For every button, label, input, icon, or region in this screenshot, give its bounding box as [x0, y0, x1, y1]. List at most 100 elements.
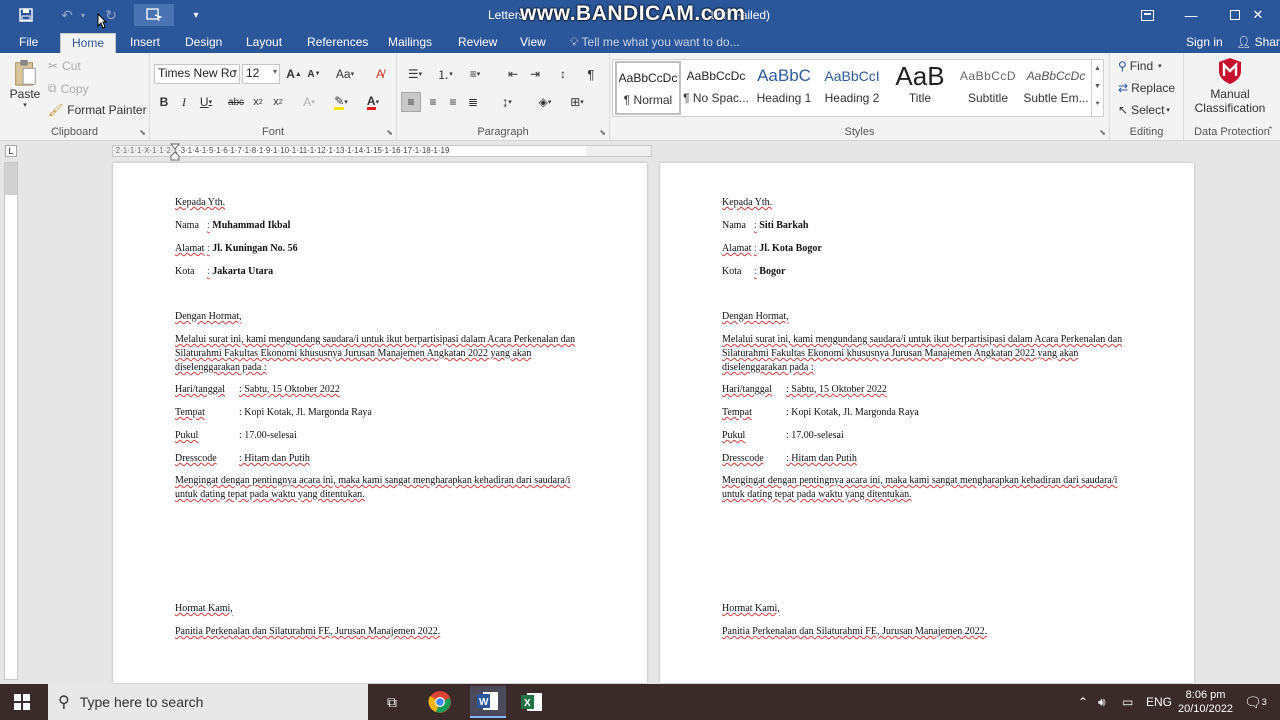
style-heading-2[interactable]: AaBbCcI Heading 2 [819, 61, 885, 115]
text-effects-icon[interactable]: A ▾ [296, 92, 322, 112]
tab-mailings[interactable]: Mailings [388, 33, 432, 53]
show-formatting-marks-icon[interactable]: ¶ [581, 64, 601, 84]
document-page-2[interactable]: Kepada Yth. Nama: Siti Barkah Alamat: Jl… [660, 163, 1194, 683]
paste-button[interactable]: Paste ▾ [8, 59, 42, 109]
undo-icon[interactable]: ↶ [56, 4, 78, 26]
close-button[interactable]: ✕ [1236, 0, 1280, 30]
task-view-icon[interactable]: ⧉ [378, 688, 406, 716]
tab-home[interactable]: Home [60, 33, 116, 53]
font-name-combo[interactable]: Times New Ro ▾ [154, 64, 240, 84]
underline-icon[interactable]: U ▾ [194, 92, 218, 112]
minimize-button[interactable]: — [1168, 0, 1214, 30]
touch-mode-icon[interactable] [134, 4, 174, 26]
style-subtle-emphasis[interactable]: AaBbCcDc Subtle Em... [1023, 61, 1089, 115]
style-subtitle[interactable]: AaBbCcD Subtitle [955, 61, 1021, 115]
network-icon[interactable]: ▭ [1122, 684, 1133, 720]
chrome-icon[interactable] [426, 688, 454, 716]
clipboard-label: Clipboard [50, 126, 99, 138]
style-heading-1[interactable]: AaBbC Heading 1 [751, 61, 817, 115]
excel-taskbar-icon[interactable]: X [518, 688, 546, 716]
justify-icon[interactable]: ≣ [463, 92, 483, 112]
style-normal[interactable]: AaBbCcDc ¶ Normal [615, 61, 681, 115]
manual-classification-button[interactable]: Manual Classification [1188, 57, 1272, 115]
document-page-1[interactable]: Kepada Yth. Nama: Muhammad Ikbal Alamat:… [113, 163, 647, 683]
bold-icon[interactable]: B [154, 92, 174, 112]
volume-icon[interactable]: 🔊︎ [1098, 684, 1106, 720]
grow-font-icon[interactable]: A ▲ [284, 64, 304, 84]
clipboard-launcher-icon[interactable]: ⬊ [139, 128, 146, 137]
sort-icon[interactable]: ↕ [553, 64, 573, 84]
align-left-icon[interactable]: ≡ [401, 92, 421, 112]
nama-row: Nama: Muhammad Ikbal [175, 220, 291, 231]
clear-formatting-icon[interactable]: A̸ [370, 64, 390, 84]
sign-in-link[interactable]: Sign in [1186, 33, 1223, 51]
word-taskbar-icon[interactable]: W [470, 686, 506, 718]
font-color-icon[interactable]: A ▾ [360, 92, 386, 112]
font-size-combo[interactable]: 12 ▾ [242, 64, 280, 84]
mcafee-shield-icon [1219, 58, 1241, 84]
decrease-indent-icon[interactable]: ⇤ [503, 64, 523, 84]
search-icon: ⚲ [58, 694, 70, 711]
windows-start-icon[interactable] [8, 688, 36, 716]
format-painter-button[interactable]: 🖌︎ Format Painter [48, 103, 147, 117]
customize-toolbar-icon[interactable]: ▾ [188, 4, 204, 26]
share-button[interactable]: 👤︎ Share [1236, 33, 1280, 51]
paragraph-launcher-icon[interactable]: ⬊ [599, 128, 606, 137]
language-indicator[interactable]: ENG [1146, 684, 1172, 720]
borders-icon[interactable]: ⊞ ▾ [563, 92, 591, 112]
save-icon[interactable] [14, 4, 38, 26]
style-no-spacing[interactable]: AaBbCcDc ¶ No Spac... [683, 61, 749, 115]
change-case-icon[interactable]: Aa ▾ [332, 64, 358, 84]
shading-icon[interactable]: ◈ ▾ [531, 92, 559, 112]
replace-button[interactable]: ⇄ Replace [1118, 81, 1175, 95]
italic-icon[interactable]: I [174, 92, 194, 112]
clock[interactable]: 8:06 pm 20/10/2022 [1178, 684, 1233, 720]
tab-file[interactable]: File [19, 33, 38, 53]
salutation: Kepada Yth. [175, 197, 226, 208]
strikethrough-icon[interactable]: abc [226, 92, 246, 112]
shrink-font-icon[interactable]: A ▼ [304, 64, 324, 84]
select-button[interactable]: ↖ Select ▾ [1118, 103, 1170, 117]
person-icon: 👤︎ [1236, 35, 1252, 49]
notifications-icon[interactable]: 🗨︎ 3 [1244, 684, 1267, 720]
superscript-icon[interactable]: x2 [268, 92, 288, 112]
kota-row: Kota: Bogor [722, 266, 786, 277]
hari-row: Hari/tanggal: Sabtu, 15 Oktober 2022 [175, 384, 340, 395]
tab-insert[interactable]: Insert [130, 33, 160, 53]
tab-view[interactable]: View [520, 33, 546, 53]
collapse-ribbon-icon[interactable]: ⌃ [1266, 125, 1274, 136]
bullets-icon[interactable]: ☰ ▾ [401, 64, 429, 84]
pukul-row: Pukul: 17.00-selesai [175, 430, 297, 441]
copy-button[interactable]: ⧉ Copy [48, 81, 89, 96]
tell-me-search[interactable]: 💡︎ Tell me what you want to do... [570, 33, 740, 51]
show-hidden-icons-icon[interactable]: ⌃ [1078, 684, 1088, 720]
taskbar-search-box[interactable]: ⚲ Type here to search [48, 684, 368, 720]
line-spacing-icon[interactable]: ↨ ▾ [493, 92, 521, 112]
increase-indent-icon[interactable]: ⇥ [525, 64, 545, 84]
subscript-icon[interactable]: x2 [248, 92, 268, 112]
tab-layout[interactable]: Layout [246, 33, 282, 53]
align-center-icon[interactable]: ≡ [423, 92, 443, 112]
ribbon-display-options-icon[interactable] [1124, 0, 1170, 30]
copy-icon: ⧉ [48, 81, 57, 95]
tab-design[interactable]: Design [185, 33, 222, 53]
undo-dropdown-icon[interactable]: ▾ [78, 4, 88, 26]
windows-taskbar: ⚲ Type here to search ⧉ W X ⌃ 🔊︎ ▭ ENG 8… [0, 684, 1280, 720]
horizontal-ruler[interactable]: ·2·1·1·1·X·1·1·2·1·3·1·4·1·5·1·6·1·7·1·8… [0, 141, 1280, 161]
align-right-icon[interactable]: ≡ [443, 92, 463, 112]
numbering-icon[interactable]: ⒈ ▾ [431, 64, 459, 84]
indent-marker-icon[interactable] [170, 143, 180, 161]
styles-launcher-icon[interactable]: ⬊ [1099, 128, 1106, 137]
tab-selector-icon[interactable]: L [5, 145, 17, 157]
font-launcher-icon[interactable]: ⬊ [386, 128, 393, 137]
nama-row: Nama: Siti Barkah [722, 220, 809, 231]
highlight-color-icon[interactable]: ✎ ▾ [328, 92, 354, 112]
find-button[interactable]: ⚲ Find ▾ [1118, 59, 1162, 73]
cut-button[interactable]: ✂ Cut [48, 59, 81, 73]
styles-scroll[interactable]: ▲ ▼ ⯆ [1091, 60, 1103, 116]
vertical-ruler[interactable] [4, 162, 18, 680]
multilevel-list-icon[interactable]: ≡ ▾ [461, 64, 489, 84]
tab-review[interactable]: Review [458, 33, 497, 53]
tab-references[interactable]: References [307, 33, 368, 53]
style-title[interactable]: AaB Title [887, 61, 953, 115]
